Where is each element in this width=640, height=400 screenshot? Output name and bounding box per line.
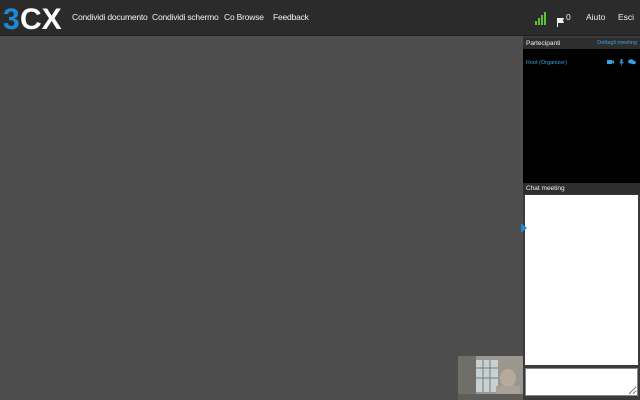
- flag-count: 0: [566, 12, 571, 22]
- 3cx-logo: 3 CX: [2, 3, 66, 36]
- top-toolbar: 3 CX Condividi documento Condividi scher…: [0, 0, 640, 36]
- chat-title: Chat meeting: [526, 185, 565, 192]
- right-sidebar: Partecipanti Dettagli meeting Root (Orga…: [523, 36, 640, 400]
- flag-icon[interactable]: [557, 14, 564, 32]
- participant-name: Root (Organizer): [526, 60, 567, 66]
- svg-text:CX: CX: [20, 3, 62, 33]
- feedback-button[interactable]: Feedback: [273, 12, 309, 22]
- co-browse-button[interactable]: Co Browse: [224, 12, 264, 22]
- participants-list: Root (Organizer): [523, 49, 640, 183]
- chat-messages: [525, 195, 638, 365]
- self-video-preview[interactable]: [458, 356, 523, 400]
- participant-row[interactable]: Root (Organizer): [526, 58, 638, 68]
- chat-input[interactable]: [525, 368, 638, 396]
- presentation-stage: [0, 36, 523, 400]
- participant-controls: [607, 59, 636, 67]
- meeting-details-link[interactable]: Dettagli meeting: [597, 38, 637, 49]
- microphone-icon[interactable]: [618, 59, 628, 76]
- exit-button[interactable]: Esci: [618, 12, 634, 22]
- svg-text:3: 3: [3, 3, 20, 33]
- collapse-sidebar-arrow-icon[interactable]: [521, 220, 527, 233]
- camera-icon[interactable]: [607, 59, 618, 76]
- share-document-button[interactable]: Condividi documento: [72, 12, 148, 22]
- participants-header: Partecipanti Dettagli meeting: [523, 38, 640, 49]
- share-screen-button[interactable]: Condividi schermo: [152, 12, 219, 22]
- chat-icon[interactable]: [628, 59, 636, 76]
- help-button[interactable]: Aiuto: [586, 12, 605, 22]
- participants-title: Partecipanti: [526, 40, 561, 47]
- signal-bars-icon: [535, 11, 547, 30]
- chat-header: Chat meeting: [523, 183, 640, 194]
